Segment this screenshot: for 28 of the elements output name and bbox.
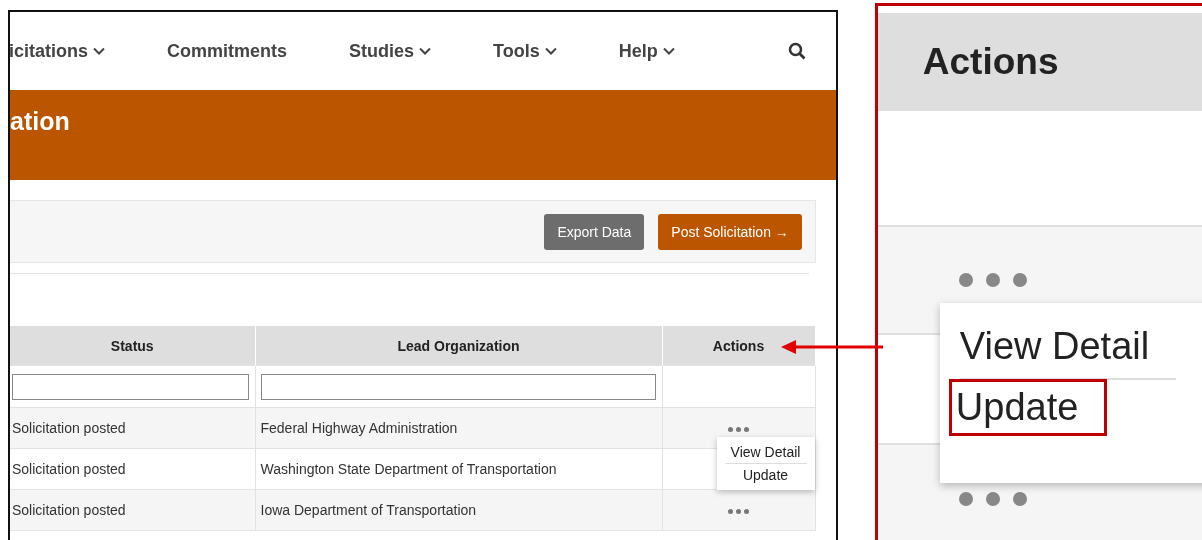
nav-item[interactable]: Tools <box>493 40 557 62</box>
post-button[interactable]: Post Solicitation → <box>658 213 802 250</box>
column-header: Lead Organization <box>255 326 662 366</box>
export-button[interactable]: Export Data <box>544 213 645 250</box>
menu-item[interactable]: View Detail <box>724 441 807 463</box>
filter-field[interactable] <box>260 373 656 400</box>
table-cell: Solicitation posted <box>10 448 255 490</box>
nav-item[interactable]: icitations <box>10 40 105 62</box>
page-title: ation <box>10 107 70 135</box>
column-header: Status <box>10 326 255 366</box>
ellipsis-icon[interactable] <box>727 508 750 515</box>
table-cell: Washington State Department of Transportation <box>255 448 662 490</box>
table-cell: Solicitation posted <box>10 489 255 531</box>
nav-item[interactable]: Help <box>618 40 675 62</box>
table-cell: Solicitation posted <box>10 407 255 449</box>
nav-item[interactable]: Commitments <box>167 40 288 62</box>
ellipsis-icon[interactable] <box>727 426 750 433</box>
menu-item[interactable]: View Detail <box>957 325 1176 372</box>
ellipsis-icon[interactable] <box>957 491 1028 507</box>
table-cell: Iowa Department of Transportation <box>255 489 662 531</box>
table-cell: Federal Highway Administration <box>255 407 662 449</box>
search-icon[interactable] <box>787 42 806 60</box>
header-label: Actions <box>922 41 1059 83</box>
ellipsis-icon[interactable] <box>957 272 1028 288</box>
menu-item[interactable]: Update <box>951 382 1105 433</box>
filter-field[interactable] <box>12 373 249 400</box>
column-header: Actions <box>662 326 815 366</box>
nav-item[interactable]: Studies <box>349 40 432 62</box>
